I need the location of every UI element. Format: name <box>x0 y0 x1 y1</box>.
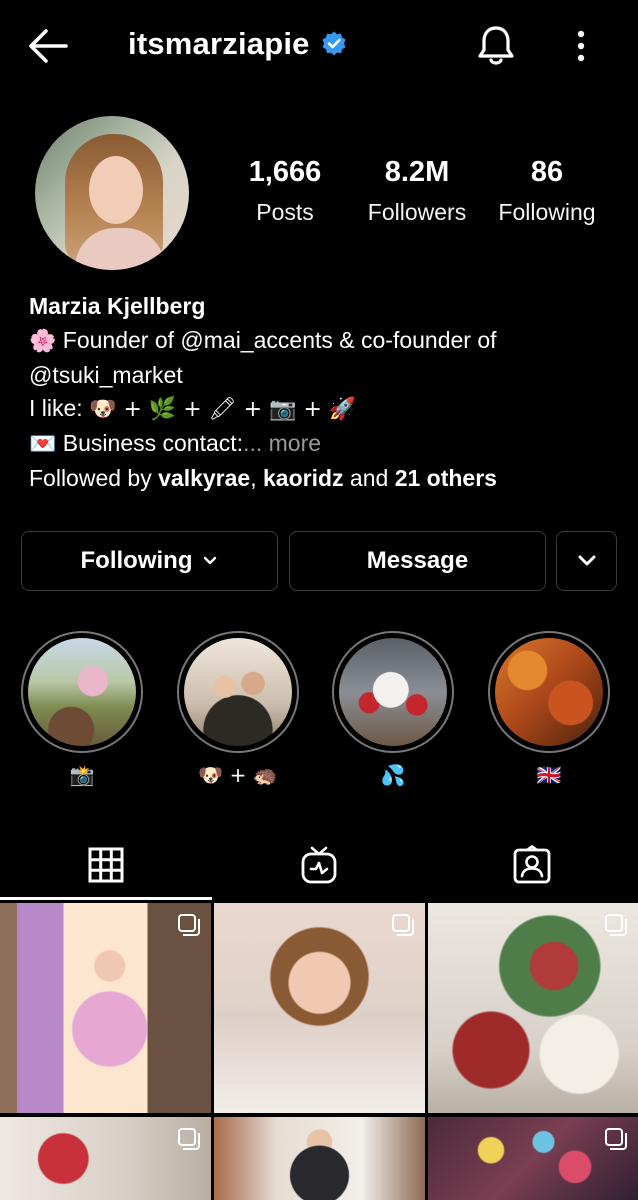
highlight-ring <box>488 631 610 753</box>
followed-by-others[interactable]: 21 others <box>395 465 497 491</box>
cherry-blossom-emoji: 🌸 <box>29 328 57 354</box>
verified-badge-icon <box>322 31 346 56</box>
bio-likes-text: I like: <box>29 395 90 422</box>
message-button[interactable]: Message <box>289 531 546 591</box>
posts-count[interactable]: 1,666 Posts <box>246 158 324 226</box>
profile-tabs <box>0 830 638 900</box>
multiple-photos-icon <box>392 914 414 936</box>
tab-igtv[interactable] <box>213 830 425 900</box>
post-thumbnail[interactable] <box>428 1117 638 1200</box>
username-text: itsmarziapie <box>128 26 310 61</box>
posts-grid <box>0 903 638 1200</box>
profile-full-name: Marzia Kjellberg <box>29 293 206 319</box>
active-tab-indicator <box>0 897 212 900</box>
followed-by-line[interactable]: Followed by valkyrae, kaoridz and 21 oth… <box>29 462 619 496</box>
following-button-label: Following <box>80 547 193 574</box>
multiple-photos-icon <box>178 1128 200 1150</box>
highlight-cover <box>339 638 447 746</box>
post-thumbnail[interactable] <box>214 903 425 1113</box>
profile-avatar[interactable] <box>35 116 189 270</box>
multiple-photos-icon <box>178 914 200 936</box>
followers-count[interactable]: 8.2M Followers <box>362 158 472 226</box>
chevron-down-icon <box>204 556 217 565</box>
story-highlight[interactable]: 📸 <box>21 631 143 787</box>
story-highlight[interactable]: 💦 <box>332 631 454 787</box>
followed-by-user[interactable]: valkyrae <box>158 465 250 491</box>
bio-more-link[interactable]: ... more <box>243 430 321 456</box>
multiple-photos-icon <box>605 914 627 936</box>
grid-icon <box>88 847 124 883</box>
highlight-caption: 🐶 + 🦔 <box>198 763 278 787</box>
followed-by-and: and <box>343 464 395 491</box>
story-highlight[interactable]: 🐶 + 🦔 <box>177 631 299 787</box>
followers-count-label: Followers <box>367 199 467 225</box>
followed-by-user[interactable]: kaoridz <box>263 465 344 491</box>
followed-by-separator: , <box>250 464 263 491</box>
highlight-ring <box>21 631 143 753</box>
chevron-down-icon <box>578 555 595 566</box>
message-button-label: Message <box>366 547 469 574</box>
bio-line-likes: I like: 🐶 + 🌿 + 🖍 + 📷 + 🚀 <box>29 392 619 427</box>
following-count-label: Following <box>498 199 596 225</box>
top-bar: itsmarziapie <box>0 0 638 92</box>
followers-count-value: 8.2M <box>384 156 450 188</box>
bio-contact-text: Business contact: <box>56 430 244 457</box>
igtv-icon <box>301 846 337 884</box>
highlight-cover <box>184 638 292 746</box>
highlight-cover <box>28 638 136 746</box>
tab-tagged[interactable] <box>426 830 638 900</box>
highlight-cover <box>495 638 603 746</box>
tab-posts-grid[interactable] <box>0 830 212 900</box>
profile-bio: Marzia Kjellberg 🌸 Founder of @mai_accen… <box>29 290 619 496</box>
avatar-face-shape <box>89 156 143 224</box>
tagged-icon <box>513 845 551 884</box>
likes-emoji-list: 🐶 + 🌿 + 🖍 + 📷 + 🚀 <box>89 397 357 423</box>
highlight-caption: 💦 <box>380 763 406 787</box>
post-thumbnail[interactable] <box>0 1117 211 1200</box>
posts-count-value: 1,666 <box>248 156 322 188</box>
following-count-value: 86 <box>530 156 564 188</box>
highlight-caption: 🇬🇧 <box>536 763 562 787</box>
following-button[interactable]: Following <box>21 531 278 591</box>
post-thumbnail[interactable] <box>0 903 211 1113</box>
multiple-photos-icon <box>605 1128 627 1150</box>
bell-icon[interactable] <box>474 24 518 68</box>
highlight-ring <box>177 631 299 753</box>
more-vertical-icon[interactable] <box>566 28 596 64</box>
suggested-accounts-button[interactable] <box>556 531 617 591</box>
post-thumbnail[interactable] <box>428 903 638 1113</box>
bio-line-contact: 💌 Business contact:... more <box>29 427 619 462</box>
bio-line-tsuki[interactable]: @tsuki_market <box>29 359 619 393</box>
highlight-ring <box>332 631 454 753</box>
followed-by-prefix: Followed by <box>29 464 159 491</box>
bio-line-founder: 🌸 Founder of @mai_accents & co-founder o… <box>29 324 619 359</box>
posts-count-label: Posts <box>256 199 314 225</box>
love-letter-emoji: 💌 <box>29 432 57 458</box>
highlight-caption: 📸 <box>69 763 95 787</box>
following-count[interactable]: 86 Following <box>492 158 602 226</box>
bio-founder-text[interactable]: Founder of @mai_accents & co-founder of <box>56 327 497 353</box>
post-thumbnail[interactable] <box>214 1117 425 1200</box>
profile-username: itsmarziapie <box>128 26 348 62</box>
story-highlight[interactable]: 🇬🇧 <box>488 631 610 787</box>
back-arrow-icon[interactable] <box>26 26 70 66</box>
